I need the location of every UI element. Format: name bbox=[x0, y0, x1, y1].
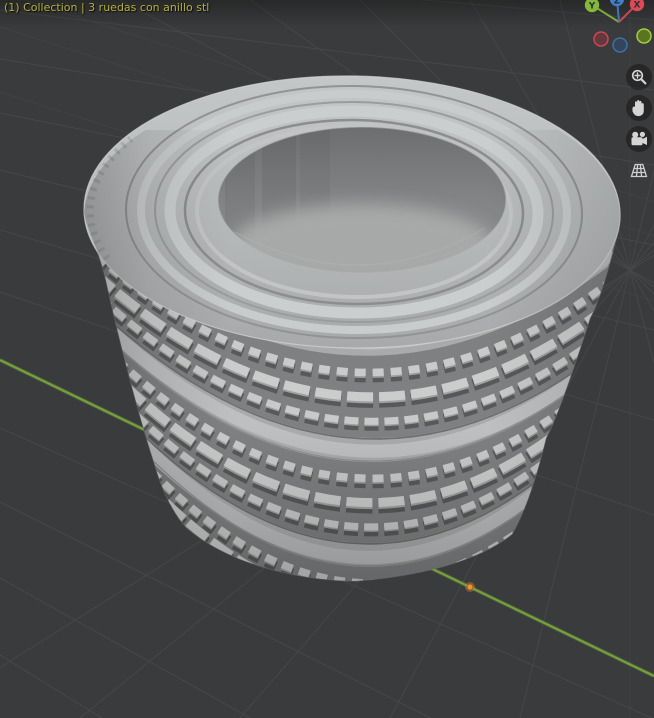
blender-3d-viewport[interactable]: (1) Collection | 3 ruedas con anillo stl… bbox=[0, 0, 654, 718]
viewport-scene bbox=[0, 0, 654, 718]
navigation-gizmo[interactable]: Y Z X bbox=[574, 0, 654, 62]
toggle-perspective-button[interactable] bbox=[626, 157, 652, 183]
svg-text:X: X bbox=[634, 1, 641, 11]
tire-shading bbox=[84, 130, 621, 581]
svg-text:Z: Z bbox=[614, 0, 621, 7]
magnifier-plus-icon bbox=[631, 69, 647, 85]
zoom-button[interactable] bbox=[626, 64, 652, 90]
gizmo-pos-y-ball[interactable]: Y bbox=[584, 0, 600, 13]
object-origin-dot[interactable] bbox=[465, 582, 475, 592]
camera-view-button[interactable] bbox=[626, 126, 652, 152]
pan-hand-icon bbox=[632, 99, 644, 117]
gizmo-neg-z-ball[interactable] bbox=[612, 37, 628, 53]
viewport-header-text: (1) Collection | 3 ruedas con anillo stl bbox=[4, 1, 210, 14]
gizmo-neg-y-ball[interactable] bbox=[636, 28, 652, 44]
move-button[interactable] bbox=[626, 95, 652, 121]
tire-stack-object[interactable] bbox=[70, 72, 650, 632]
viewport-toolbar bbox=[625, 64, 653, 183]
gizmo-neg-x-ball[interactable] bbox=[593, 31, 609, 47]
perspective-grid-icon bbox=[630, 163, 648, 178]
gizmo-pos-z-ball[interactable]: Z bbox=[609, 0, 625, 7]
camera-icon bbox=[631, 131, 647, 146]
svg-text:Y: Y bbox=[588, 2, 596, 12]
